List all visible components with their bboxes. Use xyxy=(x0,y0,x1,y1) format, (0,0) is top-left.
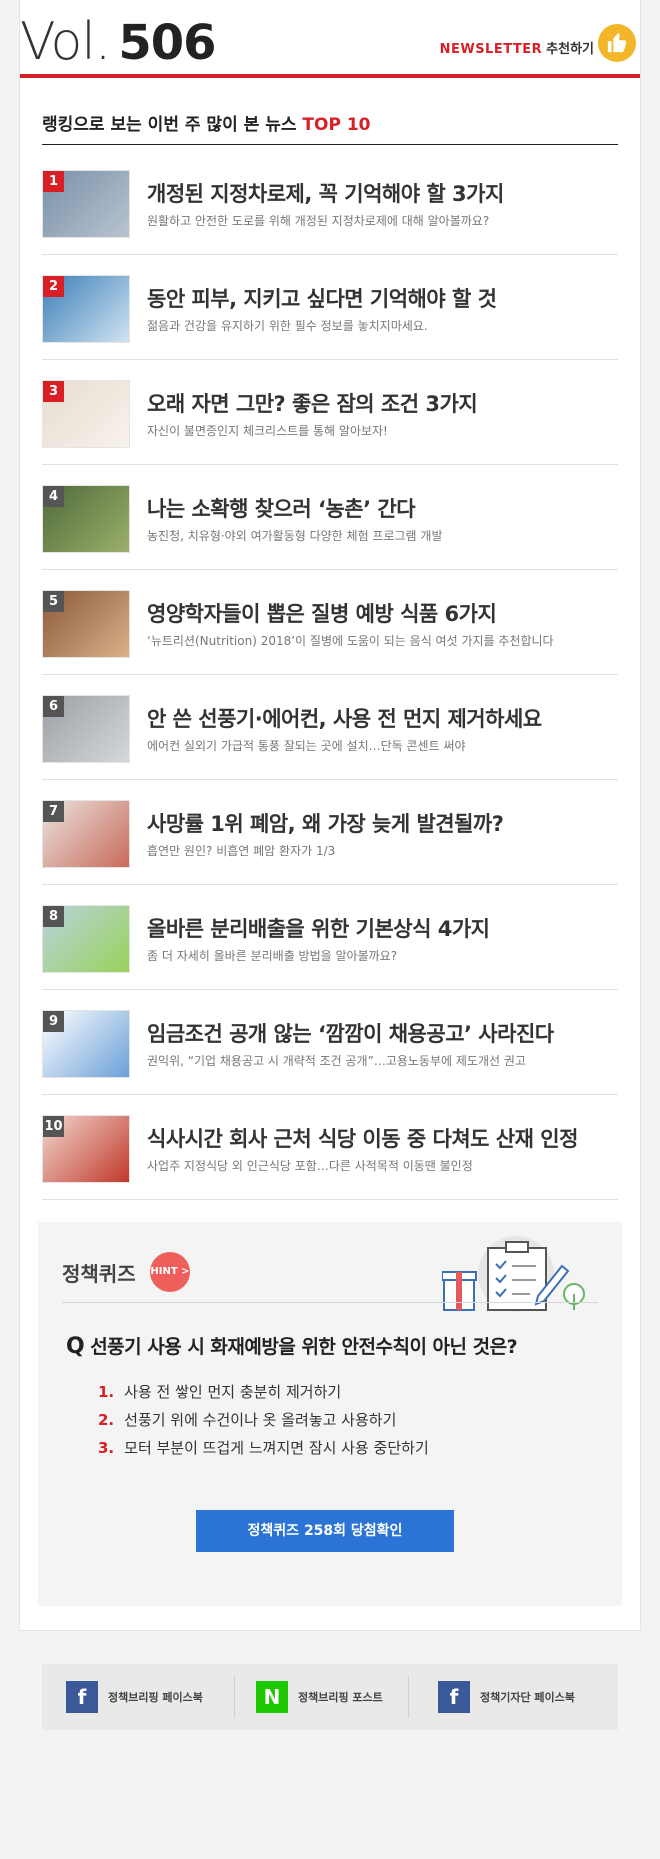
newsletter-card: Vol. 506 NEWSLETTER 추천하기 랭킹으로 보는 이번 주 많이 본… xyxy=(20,0,640,1630)
footer-separator xyxy=(234,1676,235,1718)
newsletter-label: NEWSLETTER xyxy=(439,42,543,57)
quiz-option-number: 2. xyxy=(98,1411,115,1429)
ranking-item[interactable]: 9 임금조건 공개 않는 ‘깜깜이 채용공고’ 사라진다권익위, “기업 채용공고… xyxy=(42,990,618,1095)
ranking-item[interactable]: 7 사망률 1위 폐암, 왜 가장 늦게 발견될까? 흡연만 원인? 비흡연 폐암 … xyxy=(42,780,618,885)
rank-badge: 9 xyxy=(43,1011,64,1032)
facebook-icon: f xyxy=(438,1681,470,1713)
header-divider xyxy=(20,74,640,78)
quiz-option-number: 3. xyxy=(98,1439,115,1457)
volume-title: Vol. 506 xyxy=(20,12,217,73)
news-description: 농진청, 치유형·야외 여가활동형 다양한 체험 프로그램 개발 xyxy=(147,529,443,543)
footer-links: f 정책브리핑 페이스북 N 정책브리핑 포스트 f 정책기자단 페이스북 xyxy=(42,1664,618,1730)
recommend-label: 추천하기 xyxy=(546,42,594,57)
rank-badge: 5 xyxy=(43,591,64,612)
ranking-title-top: TOP 10 xyxy=(302,115,371,135)
news-title[interactable]: 개정된 지정차로제, 꼭 기억해야 할 3가지 xyxy=(147,178,504,208)
news-title[interactable]: 사망률 1위 폐암, 왜 가장 늦게 발견될까? xyxy=(147,808,504,838)
news-description: ‘뉴트리션(Nutrition) 2018’이 질병에 도움이 되는 음식 여섯… xyxy=(147,634,554,648)
news-title[interactable]: 동안 피부, 지키고 싶다면 기억해야 할 것 xyxy=(147,283,497,313)
ranking-item[interactable]: 10 식사시간 회사 근처 식당 이동 중 다쳐도 산재 인정사업주 지정식당 외… xyxy=(42,1095,618,1200)
news-description: 권익위, “기업 채용공고 시 개략적 조건 공개”…고용노동부에 제도개선 권… xyxy=(147,1054,526,1068)
ranking-title: 랭킹으로 보는 이번 주 많이 본 뉴스 TOP 10 xyxy=(42,110,371,135)
quiz-option-text: 모터 부분이 뜨겁게 느껴지면 잠시 사용 중단하기 xyxy=(124,1439,429,1457)
news-title[interactable]: 나는 소확행 찾으러 ‘농촌’ 간다 xyxy=(147,493,416,523)
policy-quiz: 정책퀴즈 HINT > Q 선풍기 사용 시 화재예방을 위한 안전수칙이 아닌 … xyxy=(38,1222,622,1606)
news-description: 자신이 불면증인지 체크리스트를 통해 알아보자! xyxy=(147,424,388,438)
question-text: 선풍기 사용 시 화재예방을 위한 안전수칙이 아닌 것은? xyxy=(90,1336,518,1358)
rank-badge: 10 xyxy=(43,1116,64,1137)
ranking-divider xyxy=(42,144,618,145)
quiz-options: 1. 사용 전 쌓인 먼지 충분히 제거하기 2. 선풍기 위에 수건이나 옷 올려놓… xyxy=(98,1378,429,1462)
news-title[interactable]: 식사시간 회사 근처 식당 이동 중 다쳐도 산재 인정 xyxy=(147,1123,578,1153)
vol-number: 506 xyxy=(118,15,216,71)
ranking-item[interactable]: 8 올바른 분리배출을 위한 기본상식 4가지좀 더 자세히 올바른 분리배출 방… xyxy=(42,885,618,990)
news-description: 에어컨 실외기 가급적 통풍 잘되는 곳에 설치…단독 콘센트 써야 xyxy=(147,739,466,753)
facebook-icon: f xyxy=(66,1681,98,1713)
thumbs-up-icon[interactable] xyxy=(598,24,636,62)
news-description: 젊음과 건강을 유지하기 위한 필수 정보를 놓치지마세요. xyxy=(147,319,428,333)
news-description: 사업주 지정식당 외 인근식당 포함…다른 사적목적 이동땐 불인정 xyxy=(147,1159,473,1173)
news-thumbnail[interactable]: 8 xyxy=(42,905,130,973)
rank-badge: 8 xyxy=(43,906,64,927)
ranking-item[interactable]: 3 오래 자면 그만? 좋은 잠의 조건 3가지자신이 불면증인지 체크리스트를 … xyxy=(42,360,618,465)
naver-post-icon: N xyxy=(256,1681,288,1713)
header: Vol. 506 NEWSLETTER 추천하기 xyxy=(20,0,640,78)
footer-link-label: 정책브리핑 포스트 xyxy=(298,1691,383,1704)
news-thumbnail[interactable]: 3 xyxy=(42,380,130,448)
footer-separator xyxy=(408,1676,409,1718)
news-thumbnail[interactable]: 5 xyxy=(42,590,130,658)
news-thumbnail[interactable]: 6 xyxy=(42,695,130,763)
quiz-option-text: 사용 전 쌓인 먼지 충분히 제거하기 xyxy=(124,1383,342,1401)
news-description: 원활하고 안전한 도로를 위해 개정된 지정차로제에 대해 알아볼까요? xyxy=(147,214,490,228)
rank-badge: 4 xyxy=(43,486,64,507)
footer-link-label: 정책브리핑 페이스북 xyxy=(108,1691,203,1704)
vol-label: Vol. xyxy=(20,12,111,72)
rank-badge: 7 xyxy=(43,801,64,822)
hint-button[interactable]: HINT > xyxy=(150,1252,190,1292)
rank-badge: 3 xyxy=(43,381,64,402)
quiz-option: 2. 선풍기 위에 수건이나 옷 올려놓고 사용하기 xyxy=(98,1406,429,1434)
footer-link-label: 정책기자단 페이스북 xyxy=(480,1691,575,1704)
news-title[interactable]: 영양학자들이 뽑은 질병 예방 식품 6가지 xyxy=(147,598,497,628)
footer-link-briefing-facebook[interactable]: f 정책브리핑 페이스북 xyxy=(66,1681,203,1713)
quiz-question: Q 선풍기 사용 시 화재예방을 위한 안전수칙이 아닌 것은? xyxy=(66,1332,518,1359)
rank-badge: 2 xyxy=(43,276,64,297)
quiz-option: 3. 모터 부분이 뜨겁게 느껴지면 잠시 사용 중단하기 xyxy=(98,1434,429,1462)
news-title[interactable]: 임금조건 공개 않는 ‘깜깜이 채용공고’ 사라진다 xyxy=(147,1018,554,1048)
news-title[interactable]: 오래 자면 그만? 좋은 잠의 조건 3가지 xyxy=(147,388,478,418)
quiz-result-button[interactable]: 정책퀴즈 258회 당첨확인 xyxy=(196,1510,454,1552)
news-thumbnail[interactable]: 10 xyxy=(42,1115,130,1183)
ranking-item[interactable]: 4 나는 소확행 찾으러 ‘농촌’ 간다농진청, 치유형·야외 여가활동형 다양한… xyxy=(42,465,618,570)
footer-link-reporters-facebook[interactable]: f 정책기자단 페이스북 xyxy=(438,1681,575,1713)
news-title[interactable]: 안 쓴 선풍기·에어컨, 사용 전 먼지 제거하세요 xyxy=(147,703,542,733)
quiz-label: 정책퀴즈 xyxy=(62,1262,136,1286)
news-thumbnail[interactable]: 4 xyxy=(42,485,130,553)
quiz-divider xyxy=(62,1302,598,1303)
ranking-item[interactable]: 5 영양학자들이 뽑은 질병 예방 식품 6가지 ‘뉴트리션(Nutrition) … xyxy=(42,570,618,675)
ranking-item[interactable]: 1 개정된 지정차로제, 꼭 기억해야 할 3가지원활하고 안전한 도로를 위해 … xyxy=(42,150,618,255)
quiz-option-number: 1. xyxy=(98,1383,115,1401)
news-description: 좀 더 자세히 올바른 분리배출 방법을 알아볼까요? xyxy=(147,949,398,963)
question-mark-label: Q xyxy=(66,1334,85,1359)
news-thumbnail[interactable]: 2 xyxy=(42,275,130,343)
quiz-option: 1. 사용 전 쌓인 먼지 충분히 제거하기 xyxy=(98,1378,429,1406)
quiz-option-text: 선풍기 위에 수건이나 옷 올려놓고 사용하기 xyxy=(124,1411,397,1429)
news-thumbnail[interactable]: 7 xyxy=(42,800,130,868)
ranking-item[interactable]: 2 동안 피부, 지키고 싶다면 기억해야 할 것젊음과 건강을 유지하기 위한 … xyxy=(42,255,618,360)
ranking-item[interactable]: 6 안 쓴 선풍기·에어컨, 사용 전 먼지 제거하세요에어컨 실외기 가급적 통… xyxy=(42,675,618,780)
newsletter-recommend-link[interactable]: NEWSLETTER 추천하기 xyxy=(440,38,594,57)
rank-badge: 6 xyxy=(43,696,64,717)
ranking-title-text: 랭킹으로 보는 이번 주 많이 본 뉴스 xyxy=(42,115,297,135)
news-description: 흡연만 원인? 비흡연 폐암 환자가 1/3 xyxy=(147,844,336,858)
footer-link-briefing-post[interactable]: N 정책브리핑 포스트 xyxy=(256,1681,383,1713)
news-thumbnail[interactable]: 1 xyxy=(42,170,130,238)
rank-badge: 1 xyxy=(43,171,64,192)
news-title[interactable]: 올바른 분리배출을 위한 기본상식 4가지 xyxy=(147,913,490,943)
news-thumbnail[interactable]: 9 xyxy=(42,1010,130,1078)
